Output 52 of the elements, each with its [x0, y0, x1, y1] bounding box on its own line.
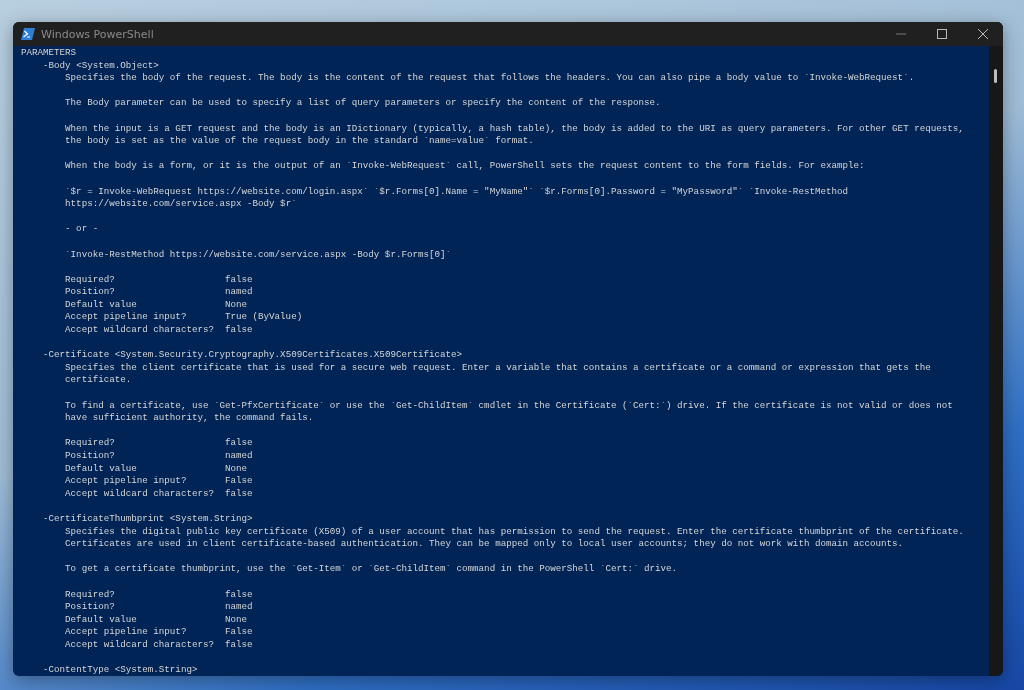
property-name: Position? [65, 450, 115, 463]
property-value: false [224, 487, 253, 501]
property-value: False [224, 475, 253, 488]
description-text: Specifies the client certificate that is used for a secure web request. Enter a variable that contains a certificate or a command or expression that gets the certificate. [65, 361, 931, 388]
property-value: False [224, 626, 253, 639]
parameter-signature: -ContentType <System.String> [43, 664, 198, 676]
property-name: Accept wildcard characters? [65, 638, 214, 652]
property-name: Accept pipeline input? [65, 311, 187, 325]
property-name: Accept pipeline input? [65, 475, 187, 488]
description-text: When the body is a form, or it is the output of an `Invoke-WebRequest` call, PowerShell sets the request content to the form fields. For example: [65, 160, 865, 173]
property-name: Default value [65, 298, 137, 312]
description-text: `$r = Invoke-WebRequest https://website.com/login.aspx` `$r.Forms[0].Name = "MyName"` `$r.Forms[0].Password = "MyPassword"` `Invoke-RestMethod https://website.com/service.aspx -Body $r` [65, 185, 848, 211]
description-text: `Invoke-RestMethod https://website.com/service.aspx -Body $r.Forms[0]` [65, 248, 452, 262]
property-name: Required? [65, 273, 115, 287]
property-name: Required? [65, 437, 115, 450]
property-name: Position? [65, 286, 115, 299]
description-text: To get a certificate thumbprint, use the `Get-Item` or `Get-ChildItem` command in the PowerShell `Cert:` drive. [65, 563, 678, 576]
description-text: Specifies the body of the request. The body is the content of the request that follows the headers. You can also pipe a body value to `Invoke-WebRequest`. [65, 72, 915, 85]
property-name: Accept pipeline input? [65, 626, 187, 639]
parameter-signature: -CertificateThumbprint <System.String> [43, 512, 253, 526]
property-value: True (ByValue) [224, 311, 303, 325]
description-text: To find a certificate, use `Get-PfxCertificate` or use the `Get-ChildItem` cmdlet in the Certificate (`Cert:`) drive. If the certificate is not valid or does not have sufficient authority, the command fails. [65, 399, 953, 425]
parameter-signature: -Body <System.Object> [43, 59, 159, 73]
description-text: - or - [65, 223, 99, 236]
property-value: None [224, 613, 248, 627]
close-icon [977, 29, 988, 39]
scrollbar[interactable] [989, 46, 1003, 676]
property-value: named [224, 286, 253, 299]
property-value: false [224, 273, 253, 287]
powershell-icon [21, 28, 35, 40]
property-value: named [224, 450, 253, 463]
property-name: Accept wildcard characters? [65, 487, 214, 501]
property-value: None [224, 462, 248, 476]
property-name: Required? [65, 588, 115, 602]
property-name: Default value [65, 613, 137, 627]
property-value: false [224, 588, 253, 602]
property-value: named [224, 601, 253, 614]
property-name: Position? [65, 601, 115, 614]
parameter-signature: -Certificate <System.Security.Cryptography.X509Certificates.X509Certificate> [43, 349, 463, 362]
description-text: When the input is a GET request and the body is an IDictionary (typically, a hash table), the body is added to the URI as query parameters. For other GET requests, the body is set as the value of the request body in the standard `name=value` format. [65, 122, 964, 148]
property-value: false [224, 324, 253, 337]
window-title: Windows PowerShell [41, 27, 154, 41]
description-text: The Body parameter can be used to specify a list of query parameters or specify the content of the response. [65, 97, 661, 110]
maximize-icon [936, 29, 947, 39]
scrollbar-thumb[interactable] [994, 69, 997, 83]
property-value: false [224, 638, 253, 652]
description-text: Specifies the digital public key certificate (X509) of a user account that has permission to send the request. Enter the certificate thumbprint of the certificate. Certificates are used in client certificate-based authentication. They can be mapped only to local user accounts; they do not work with domain accounts. [65, 525, 964, 551]
property-name: Accept wildcard characters? [65, 324, 214, 337]
section-heading: PARAMETERS [21, 47, 77, 60]
property-value: false [224, 437, 253, 450]
property-name: Default value [65, 462, 137, 476]
property-value: None [224, 298, 248, 312]
